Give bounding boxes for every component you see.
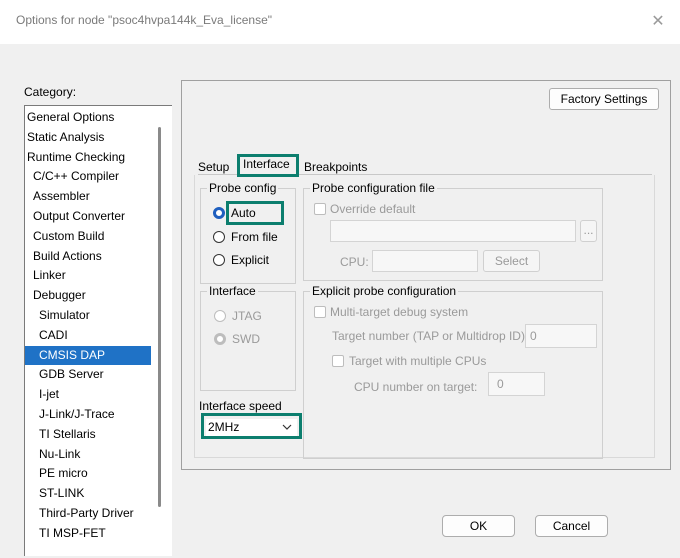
swd-radio[interactable] <box>214 333 226 345</box>
close-icon[interactable]: ✕ <box>644 8 672 36</box>
target-number-input[interactable]: 0 <box>525 324 597 348</box>
category-item[interactable]: Linker <box>25 266 151 285</box>
category-item[interactable]: GDB Server <box>25 365 151 384</box>
factory-settings-button[interactable]: Factory Settings <box>549 88 659 110</box>
category-item[interactable]: Nu-Link <box>25 445 151 464</box>
category-item[interactable]: Third-Party Driver <box>25 504 151 523</box>
select-cpu-button[interactable]: Select <box>483 250 540 272</box>
category-item[interactable]: General Options <box>25 108 151 127</box>
category-label: Category: <box>24 85 77 99</box>
auto-radio[interactable] <box>213 207 225 219</box>
override-default-label: Override default <box>330 202 416 216</box>
probe-file-title: Probe configuration file <box>310 181 437 195</box>
auto-label[interactable]: Auto <box>231 206 256 220</box>
interface-speed-select[interactable]: 2MHz <box>206 419 297 437</box>
category-list[interactable]: General Options Static Analysis Runtime Ch… <box>24 105 172 556</box>
interface-title: Interface <box>207 284 258 298</box>
category-item[interactable]: TI Stellaris <box>25 425 151 444</box>
cpu-number-label: CPU number on target: <box>354 380 478 394</box>
category-item[interactable]: Custom Build <box>25 227 151 246</box>
chevron-down-icon <box>282 424 292 430</box>
tab-breakpoints[interactable]: Breakpoints <box>304 160 367 174</box>
multiple-cpus-checkbox[interactable] <box>332 355 344 367</box>
swd-label: SWD <box>232 332 260 346</box>
from-file-radio[interactable] <box>213 231 225 243</box>
title-bar: Options for node "psoc4hvpa144k_Eva_lice… <box>0 0 680 44</box>
explicit-config-title: Explicit probe configuration <box>310 284 459 298</box>
cpu-number-value: 0 <box>497 377 504 391</box>
interface-speed-label: Interface speed <box>199 399 282 413</box>
probe-config-title: Probe config <box>207 181 279 195</box>
probe-file-path-input[interactable] <box>330 220 576 242</box>
target-number-value: 0 <box>530 329 537 343</box>
interface-speed-value: 2MHz <box>208 420 240 434</box>
target-number-label: Target number (TAP or Multidrop ID): <box>332 329 529 343</box>
jtag-label: JTAG <box>232 309 262 323</box>
from-file-label[interactable]: From file <box>231 230 278 244</box>
multiple-cpus-label: Target with multiple CPUs <box>349 354 487 368</box>
category-item[interactable]: I-jet <box>25 385 151 404</box>
category-item[interactable]: CADI <box>25 326 151 345</box>
cpu-number-input[interactable]: 0 <box>488 372 545 396</box>
tab-setup[interactable]: Setup <box>198 160 229 174</box>
category-item[interactable]: Assembler <box>25 187 151 206</box>
category-item[interactable]: Runtime Checking <box>25 148 151 167</box>
category-item[interactable]: CMSIS DAP <box>25 345 151 365</box>
cpu-input[interactable] <box>372 250 478 272</box>
category-item[interactable]: C/C++ Compiler <box>25 167 151 186</box>
category-item[interactable]: Simulator <box>25 306 151 325</box>
explicit-label[interactable]: Explicit <box>231 253 269 267</box>
multi-target-checkbox[interactable] <box>314 306 326 318</box>
category-item[interactable]: Debugger <box>25 286 151 305</box>
category-item[interactable]: PE micro <box>25 464 151 483</box>
cpu-label: CPU: <box>340 255 369 269</box>
category-item[interactable]: ST-LINK <box>25 484 151 503</box>
category-item[interactable]: J-Link/J-Trace <box>25 405 151 424</box>
category-item[interactable]: Build Actions <box>25 247 151 266</box>
category-item[interactable]: Static Analysis <box>25 128 151 147</box>
category-item[interactable]: Output Converter <box>25 207 151 226</box>
cancel-button[interactable]: Cancel <box>535 515 608 537</box>
override-default-checkbox[interactable] <box>314 203 326 215</box>
browse-button[interactable]: ... <box>580 220 597 242</box>
window-title: Options for node "psoc4hvpa144k_Eva_lice… <box>16 13 273 27</box>
tab-interface[interactable]: Interface <box>243 157 290 171</box>
options-dialog: Options for node "psoc4hvpa144k_Eva_lice… <box>0 0 680 558</box>
ok-button[interactable]: OK <box>442 515 515 537</box>
explicit-radio[interactable] <box>213 254 225 266</box>
category-item[interactable]: TI MSP-FET <box>25 524 151 543</box>
multi-target-label: Multi-target debug system <box>330 305 469 319</box>
jtag-radio[interactable] <box>214 310 226 322</box>
category-scrollbar[interactable] <box>158 127 161 507</box>
